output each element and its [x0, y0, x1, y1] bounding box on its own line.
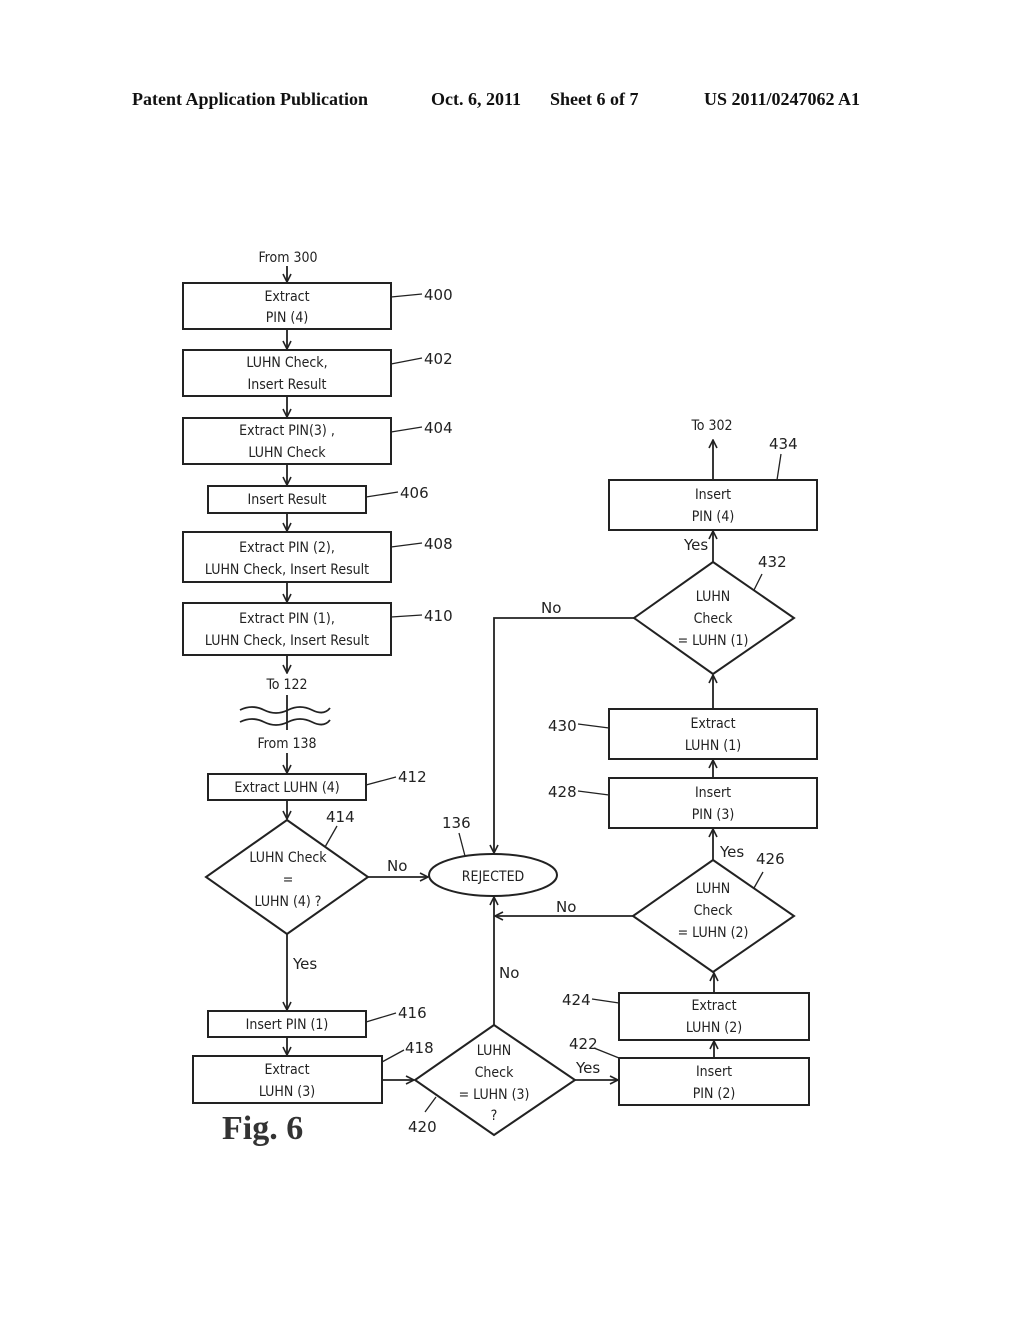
- step-422-line2: PIN (2): [693, 1086, 736, 1102]
- leader-412: [365, 776, 397, 786]
- step-434-line1: Insert: [695, 487, 731, 503]
- ref-428: 428: [548, 783, 577, 801]
- edge-420-yes: Yes: [575, 1059, 600, 1077]
- step-408-line2: LUHN Check, Insert Result: [205, 562, 369, 578]
- edge-414-yes: Yes: [292, 955, 317, 973]
- connector-from-138: From 138: [257, 736, 316, 752]
- ref-430: 430: [548, 717, 577, 735]
- step-414-line1: LUHN Check: [249, 850, 327, 866]
- edge-426-no: No: [556, 898, 576, 916]
- ref-402: 402: [424, 350, 453, 368]
- edge-432-no: No: [541, 599, 561, 617]
- leader-420: [424, 1096, 437, 1113]
- leader-402: [390, 357, 423, 365]
- ref-424: 424: [562, 991, 591, 1009]
- leader-404: [390, 426, 423, 433]
- leader-430: [577, 723, 610, 729]
- flowchart: From 300 To 122 From 138 To 302 Extract …: [182, 250, 818, 1147]
- step-414-line2: =: [283, 872, 294, 888]
- step-420-line3: = LUHN (3): [459, 1087, 530, 1103]
- ref-414: 414: [326, 808, 355, 826]
- ref-136: 136: [442, 814, 471, 832]
- step-400-line1: Extract: [264, 289, 309, 305]
- step-424-line2: LUHN (2): [686, 1020, 742, 1036]
- step-434-line2: PIN (4): [692, 509, 735, 525]
- step-432-line2: Check: [694, 611, 733, 627]
- step-420-line1: LUHN: [477, 1043, 511, 1059]
- step-402-line1: LUHN Check,: [246, 355, 327, 371]
- step-400-line2: PIN (4): [266, 310, 309, 326]
- step-412-line1: Extract LUHN (4): [234, 780, 339, 796]
- ref-420: 420: [408, 1118, 437, 1136]
- leader-422: [593, 1047, 620, 1059]
- connector-to-122: To 122: [265, 677, 307, 693]
- ref-416: 416: [398, 1004, 427, 1022]
- ref-418: 418: [405, 1039, 434, 1057]
- step-410-line2: LUHN Check, Insert Result: [205, 633, 369, 649]
- leader-424: [591, 998, 620, 1004]
- step-430-line1: Extract: [690, 716, 735, 732]
- leader-414: [324, 825, 338, 848]
- figure-label: Fig. 6: [222, 1110, 303, 1147]
- step-418-line2: LUHN (3): [259, 1084, 315, 1100]
- edge-420-no: No: [499, 964, 519, 982]
- step-432-line3: = LUHN (1): [678, 633, 749, 649]
- step-410-line1: Extract PIN (1),: [239, 611, 335, 627]
- step-418-line1: Extract: [264, 1062, 309, 1078]
- ref-434: 434: [769, 435, 798, 453]
- leader-410: [390, 614, 423, 618]
- step-428-line2: PIN (3): [692, 807, 735, 823]
- step-426-line1: LUHN: [696, 881, 730, 897]
- break-wave-top: [239, 706, 331, 714]
- ref-412: 412: [398, 768, 427, 786]
- step-428-line1: Insert: [695, 785, 731, 801]
- step-426-line3: = LUHN (2): [678, 925, 749, 941]
- leader-406: [365, 491, 399, 498]
- connector-to-302: To 302: [690, 418, 732, 434]
- leader-432: [753, 573, 763, 591]
- leader-400: [390, 293, 423, 298]
- ref-400: 400: [424, 286, 453, 304]
- step-404-line1: Extract PIN(3) ,: [239, 423, 335, 439]
- step-422-line1: Insert: [696, 1064, 732, 1080]
- step-430-line2: LUHN (1): [685, 738, 741, 754]
- ref-426: 426: [756, 850, 785, 868]
- edge-414-no: No: [387, 857, 407, 875]
- ref-406: 406: [400, 484, 429, 502]
- ref-422: 422: [569, 1035, 598, 1053]
- ref-410: 410: [424, 607, 453, 625]
- leader-428: [577, 790, 610, 796]
- edge-426-yes: Yes: [719, 843, 744, 861]
- ref-432: 432: [758, 553, 787, 571]
- leader-418: [381, 1049, 405, 1063]
- break-wave-bottom: [239, 718, 331, 726]
- step-432-line1: LUHN: [696, 589, 730, 605]
- connector-from-300: From 300: [258, 250, 317, 266]
- step-426-line2: Check: [694, 903, 733, 919]
- leader-426: [753, 871, 764, 889]
- leader-416: [365, 1012, 397, 1023]
- step-404-line2: LUHN Check: [248, 445, 326, 461]
- edge-432-yes: Yes: [683, 536, 708, 554]
- leader-136: [458, 832, 466, 857]
- step-416-line1: Insert PIN (1): [246, 1017, 329, 1033]
- leader-408: [390, 542, 423, 548]
- step-408-line1: Extract PIN (2),: [239, 540, 335, 556]
- step-414-line3: LUHN (4) ?: [255, 894, 322, 910]
- step-402-line2: Insert Result: [248, 377, 327, 393]
- step-424-line1: Extract: [691, 998, 736, 1014]
- step-420-line4: ?: [491, 1108, 498, 1124]
- ref-404: 404: [424, 419, 453, 437]
- step-406-line1: Insert Result: [248, 492, 327, 508]
- step-420-line2: Check: [475, 1065, 514, 1081]
- rejected-label: REJECTED: [462, 869, 525, 885]
- ref-408: 408: [424, 535, 453, 553]
- leader-434: [776, 453, 782, 481]
